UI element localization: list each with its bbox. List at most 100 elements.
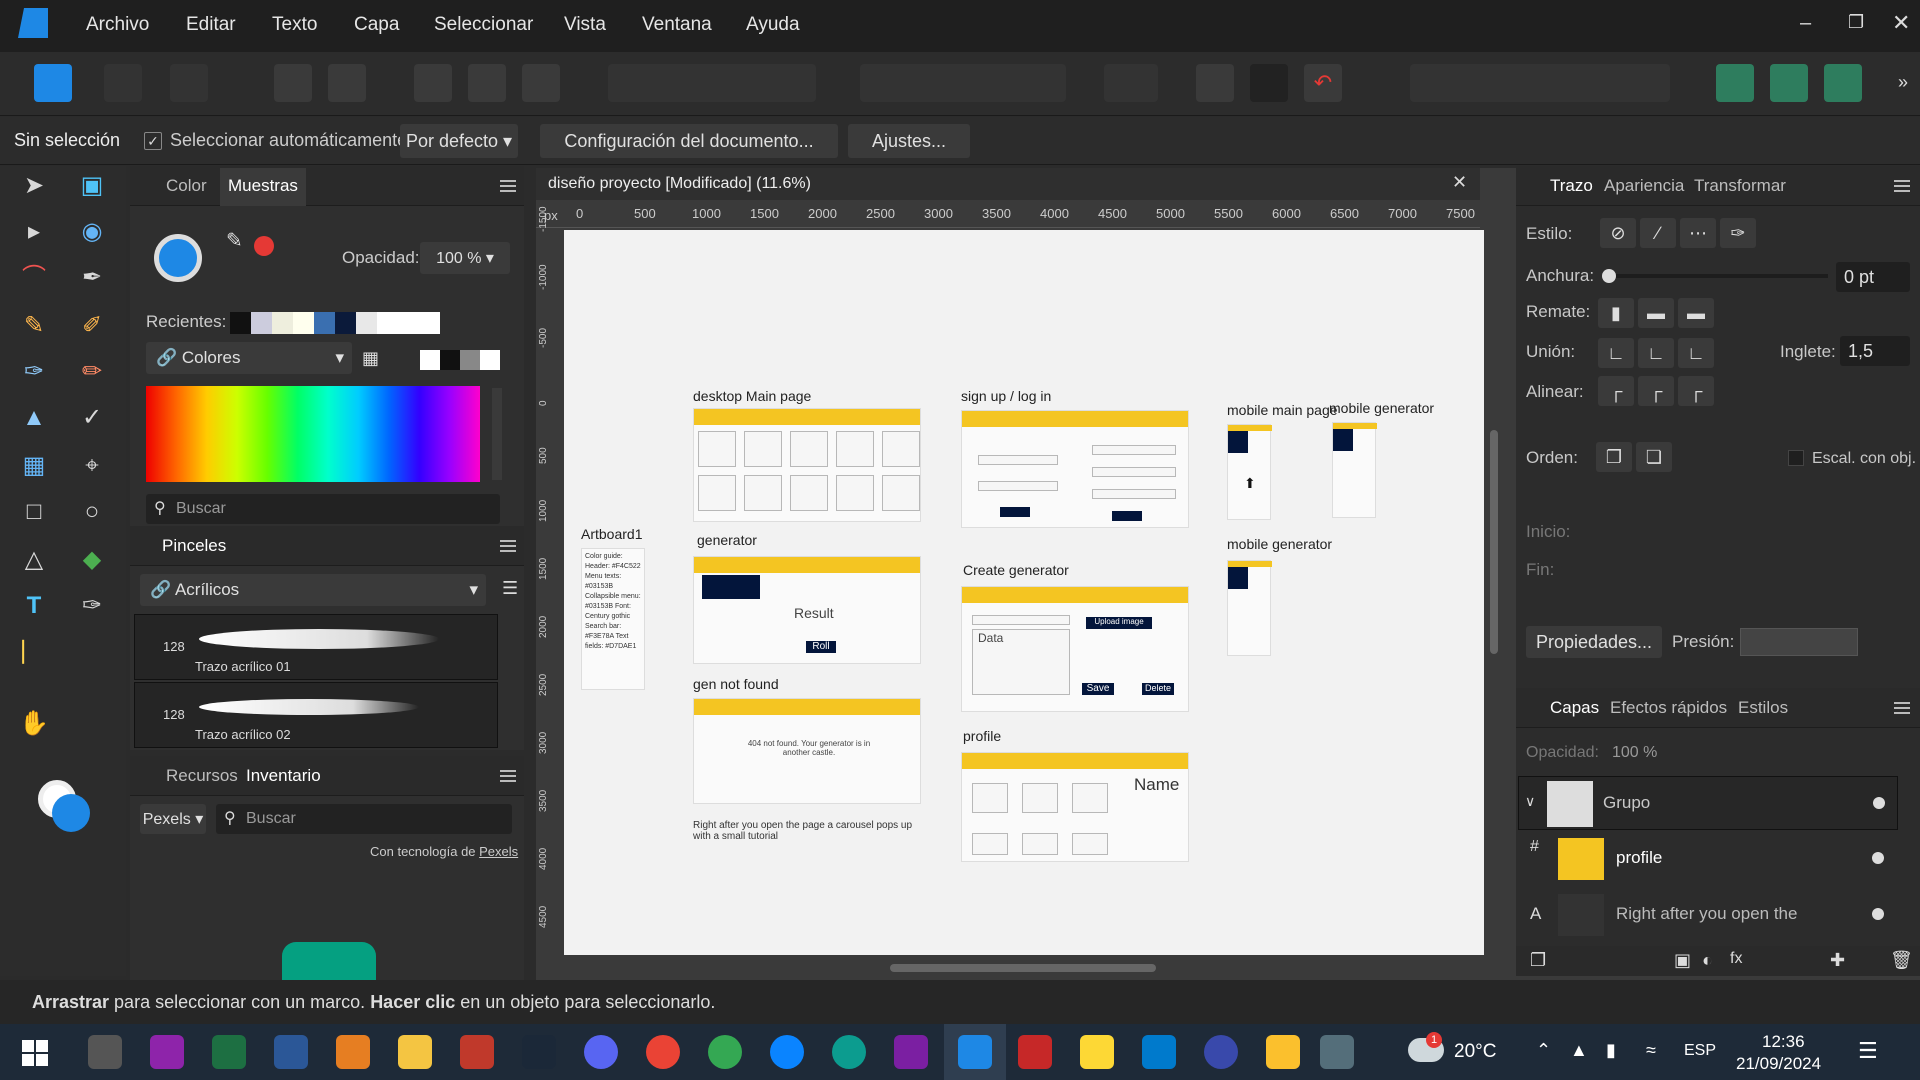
artboard-tool-icon[interactable]: ▣ [72, 166, 112, 206]
vscode-icon[interactable] [1142, 1035, 1176, 1069]
designer-persona-icon[interactable] [34, 64, 72, 102]
artboard-label[interactable]: gen not found [693, 676, 779, 692]
menu-ayuda[interactable]: Ayuda [746, 14, 800, 36]
settings-button[interactable]: Ajustes... [848, 124, 970, 158]
quick-colors[interactable] [420, 350, 500, 370]
word-icon[interactable] [274, 1035, 308, 1069]
stroke-menu-icon[interactable] [1894, 180, 1910, 182]
artboard-label[interactable]: profile [963, 728, 1001, 744]
brush-category-dropdown[interactable]: 🔗 Acrílicos ▾ [140, 574, 486, 606]
language[interactable]: ESP [1684, 1042, 1716, 1060]
layer-opacity-value[interactable]: 100 % [1612, 744, 1657, 762]
insert-top-icon[interactable] [1824, 64, 1862, 102]
tab-layers[interactable]: Capas [1550, 698, 1599, 718]
artboard-label[interactable]: mobile generator [1329, 400, 1434, 416]
select-rotate-icon[interactable] [522, 64, 560, 102]
select-transform-icon[interactable] [468, 64, 506, 102]
fill-tool-icon[interactable]: ▲ [14, 398, 54, 438]
opacity-dropdown[interactable]: 100 % ▾ [420, 242, 510, 274]
menu-texto[interactable]: Texto [272, 14, 317, 36]
tab-quick-fx[interactable]: Efectos rápidos [1610, 698, 1727, 718]
fill-stroke-swatch[interactable] [34, 776, 94, 836]
eyedropper-icon[interactable]: ✎ [226, 228, 243, 253]
rectangle-tool-icon[interactable]: □ [14, 492, 54, 532]
color-wheel-icon[interactable] [154, 234, 202, 282]
menu-editar[interactable]: Editar [186, 14, 236, 36]
menu-vista[interactable]: Vista [564, 14, 606, 36]
text-tool-icon[interactable]: T [14, 586, 54, 626]
steam-icon[interactable] [522, 1035, 556, 1069]
align-outside-icon[interactable]: ┌ [1678, 376, 1714, 406]
temperature[interactable]: 20°C [1454, 1041, 1496, 1063]
visibility-dot-icon[interactable] [1872, 852, 1884, 864]
brush-tool-icon[interactable]: ✏ [72, 352, 112, 392]
pexels-link[interactable]: Pexels [479, 844, 518, 859]
artboard-label[interactable]: desktop Main page [693, 388, 811, 404]
artboard-profile[interactable]: Name [961, 752, 1189, 862]
remote-desktop-icon[interactable] [1320, 1035, 1354, 1069]
inventory-search[interactable]: ⚲ Buscar [216, 804, 512, 834]
menu-capa[interactable]: Capa [354, 14, 399, 36]
file-explorer-icon[interactable] [398, 1035, 432, 1069]
artboard-desktop-main[interactable] [693, 408, 921, 522]
place-image-icon[interactable]: ▦ [14, 446, 54, 486]
artboard-gen-not-found[interactable]: 404 not found. Your generator is in anot… [693, 698, 921, 804]
document-tab[interactable]: diseño proyecto [Modificado] (11.6%) ✕ [536, 168, 1480, 200]
tab-stroke[interactable]: Trazo [1550, 176, 1593, 196]
bevel-join-icon[interactable]: ∟ [1678, 338, 1714, 368]
settings-gear-icon[interactable] [328, 64, 366, 102]
view-mode-icon[interactable] [1250, 64, 1288, 102]
chrome-profile-icon[interactable] [708, 1035, 742, 1069]
artboard-generator[interactable]: Result Roll [693, 556, 921, 664]
visibility-dot-icon[interactable] [1872, 908, 1884, 920]
square-cap-icon[interactable]: ▬ [1678, 298, 1714, 328]
minimize-icon[interactable]: – [1800, 12, 1811, 35]
settings-app-icon[interactable] [88, 1035, 122, 1069]
brushes-menu-icon[interactable] [500, 540, 516, 542]
tab-swatches[interactable]: Muestras [220, 168, 306, 206]
app-icon[interactable] [1266, 1035, 1300, 1069]
restore-icon[interactable]: ❐ [1848, 12, 1864, 33]
mask-icon[interactable]: ▣ [1674, 950, 1691, 971]
horizontal-scrollbar[interactable] [890, 964, 1156, 972]
artboard-mobile-generator-2[interactable] [1227, 560, 1272, 656]
slider-thumb[interactable] [1602, 269, 1616, 283]
export-persona-icon[interactable] [170, 64, 208, 102]
affinity-photo-icon[interactable] [894, 1035, 928, 1069]
visibility-dot-icon[interactable] [1873, 797, 1885, 809]
brush-item[interactable]: 128 Trazo acrílico 01 [134, 614, 498, 680]
artboard-mobile-main[interactable]: ⬆ [1227, 424, 1272, 520]
app-icon[interactable] [1204, 1035, 1238, 1069]
source-dropdown[interactable]: Pexels ▾ [140, 804, 206, 834]
shapes-tool-icon[interactable]: ◆ [72, 540, 112, 580]
battery-icon[interactable]: ▮ [1606, 1040, 1616, 1061]
sticky-notes-icon[interactable] [1080, 1035, 1114, 1069]
pen-tool-icon[interactable]: ✒ [72, 258, 112, 298]
layer-copy-icon[interactable]: ❐ [1530, 950, 1546, 971]
pressure-graph[interactable] [1740, 628, 1858, 656]
close-icon[interactable]: ✕ [1892, 10, 1910, 36]
swatch-search[interactable]: ⚲ Buscar [146, 494, 500, 524]
brush-list-icon[interactable]: ☰ [502, 578, 518, 599]
round-cap-icon[interactable]: ▬ [1638, 298, 1674, 328]
artboard-label[interactable]: mobile main page [1227, 402, 1338, 418]
artboard-signup[interactable] [961, 410, 1189, 528]
dashed-stroke-icon[interactable]: ⋯ [1680, 218, 1716, 248]
menu-seleccionar[interactable]: Seleccionar [434, 14, 533, 36]
menu-archivo[interactable]: Archivo [86, 14, 149, 36]
corner-tool-icon[interactable]: ⌒ [14, 258, 54, 298]
contour-tool-icon[interactable]: ◉ [72, 212, 112, 252]
layer-row[interactable]: # profile [1518, 832, 1898, 886]
pixel-persona-icon[interactable] [104, 64, 142, 102]
eyedropper-tool-icon[interactable]: ✑ [72, 586, 112, 626]
notifications-icon[interactable]: ☰ [1858, 1038, 1878, 1064]
edge-icon[interactable] [832, 1035, 866, 1069]
app-icon[interactable] [336, 1035, 370, 1069]
tray-chevron-icon[interactable]: ⌃ [1536, 1040, 1551, 1061]
media-app-icon[interactable] [150, 1035, 184, 1069]
brush-stroke-icon[interactable]: ✑ [1720, 218, 1756, 248]
affinity-designer-icon[interactable] [958, 1035, 992, 1069]
panel-menu-icon[interactable] [500, 180, 516, 182]
layer-row[interactable]: A Right after you open the [1518, 888, 1898, 942]
brushes-title[interactable]: Pinceles [162, 536, 226, 556]
